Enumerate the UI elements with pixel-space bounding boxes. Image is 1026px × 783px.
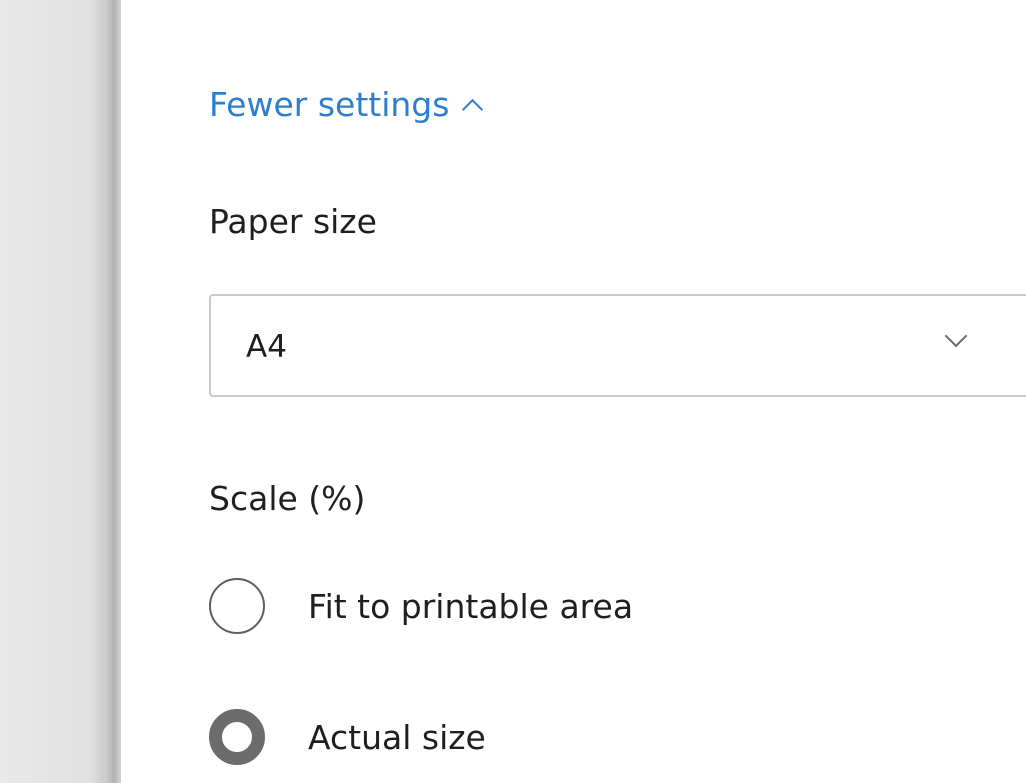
print-settings-panel: Fewer settings Paper size A4 Scale (%) F… — [129, 0, 1026, 783]
scale-option-actual-size[interactable]: Actual size — [209, 709, 486, 765]
scale-option-label: Actual size — [308, 717, 486, 757]
radio-button-checked[interactable] — [209, 709, 265, 765]
print-preview-edge — [0, 0, 121, 783]
paper-size-value: A4 — [246, 329, 287, 365]
chevron-down-icon — [944, 324, 968, 348]
paper-size-label: Paper size — [209, 202, 377, 241]
scale-option-label: Fit to printable area — [308, 586, 634, 626]
chevron-up-icon — [462, 98, 484, 120]
scale-label: Scale (%) — [209, 479, 366, 518]
scale-option-fit-to-printable-area[interactable]: Fit to printable area — [209, 578, 633, 634]
fewer-settings-label: Fewer settings — [209, 84, 450, 124]
paper-size-dropdown[interactable]: A4 — [209, 294, 1026, 397]
fewer-settings-link[interactable]: Fewer settings — [209, 80, 484, 128]
radio-button-unchecked[interactable] — [209, 578, 265, 634]
